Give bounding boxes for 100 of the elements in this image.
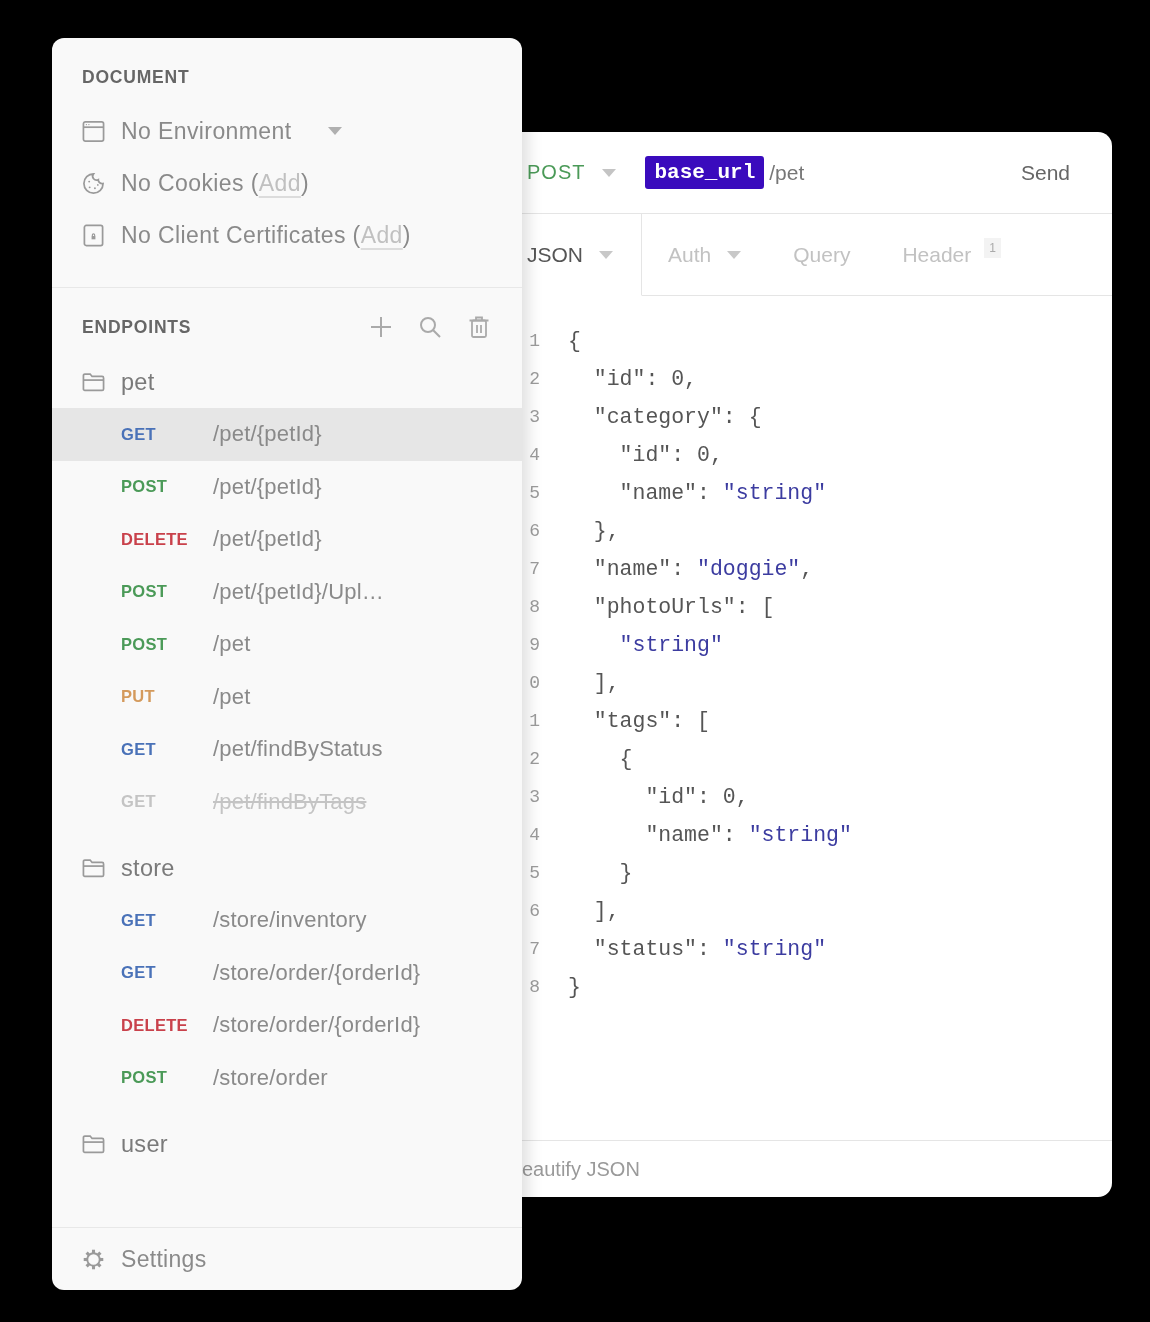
endpoint-path: /pet/{petId} (213, 421, 322, 448)
endpoint-item[interactable]: POST /store/order (52, 1051, 522, 1104)
code-line: "status": "string" (592, 937, 827, 961)
document-item-label: No Client Certificates (Add) (121, 221, 411, 249)
method-label: GET (121, 963, 157, 983)
line-number: 8 (528, 597, 540, 617)
method-label: GET (121, 739, 157, 759)
endpoint-path: /pet/{petId} (213, 526, 322, 553)
method-label: POST (121, 477, 169, 497)
code-line: "name": "doggie", (592, 557, 814, 581)
method-label: POST (121, 582, 169, 602)
folder-item[interactable]: pet (52, 356, 522, 408)
code-line: "name": "string" (618, 481, 827, 505)
code-line: }, (592, 519, 620, 543)
endpoint-path: /pet/{petId} (213, 473, 322, 500)
method-label: POST (121, 1068, 169, 1088)
endpoint-item[interactable]: POST /pet/{petId}/Upl… (52, 565, 522, 618)
endpoint-path: /store/order/{orderId} (213, 1012, 421, 1039)
send-button[interactable]: Send (1020, 160, 1070, 185)
line-number: 3 (528, 787, 540, 807)
endpoint-path: /store/inventory (213, 907, 367, 934)
trash-icon[interactable] (468, 316, 490, 338)
code-line: "id": 0, (618, 443, 723, 467)
line-number: 7 (528, 559, 540, 579)
code-line: } (618, 861, 633, 885)
endpoint-item[interactable]: POST /pet/{petId} (52, 460, 522, 513)
line-number: 4 (528, 445, 540, 465)
caret-icon (602, 168, 617, 177)
code-line: "tags": [ (592, 709, 710, 733)
tab[interactable]: JSON (522, 214, 642, 296)
endpoint-path: /pet/findByStatus (213, 736, 383, 763)
endpoint-item[interactable]: DELETE /pet/{petId} (52, 513, 522, 566)
search-icon[interactable] (419, 316, 441, 338)
code-line: "string" (618, 633, 723, 657)
line-number: 5 (528, 483, 540, 503)
settings-button[interactable]: Settings (82, 1245, 207, 1273)
endpoint-item[interactable]: GET /store/inventory (52, 894, 522, 947)
line-number: 1 (528, 711, 540, 731)
cookie-icon (82, 171, 105, 195)
endpoint-item[interactable]: POST /pet (52, 618, 522, 671)
method-label: PUT (121, 687, 156, 707)
section-title: DOCUMENT (82, 67, 191, 87)
beautify-button[interactable]: eautify JSON (522, 1157, 640, 1181)
code-line: "photoUrls": [ (592, 595, 775, 619)
code-line: "name": "string" (644, 823, 852, 847)
line-number: 6 (528, 521, 540, 541)
window-icon (82, 119, 105, 143)
line-number: 9 (528, 635, 540, 655)
line-number: 6 (528, 901, 540, 921)
endpoint-path: /store/order (213, 1064, 328, 1091)
folder-item[interactable]: store (52, 842, 522, 894)
endpoint-path: /store/order/{orderId} (213, 959, 421, 986)
line-number: 2 (528, 749, 540, 769)
endpoint-path: /pet (213, 683, 251, 710)
tab[interactable]: Query (767, 214, 877, 296)
tab[interactable]: Header 1 (876, 214, 1027, 296)
code-line: { (568, 329, 581, 353)
endpoint-item[interactable]: PUT /pet (52, 670, 522, 723)
method-label: DELETE (121, 1015, 189, 1035)
method-label: POST (121, 634, 169, 654)
plus-icon[interactable] (370, 316, 392, 338)
code-line: "category": { (592, 405, 762, 429)
gear-icon (82, 1247, 105, 1271)
endpoint-item[interactable]: DELETE /store/order/{orderId} (52, 999, 522, 1052)
endpoint-item[interactable]: GET /pet/{petId} (52, 408, 522, 461)
document-item-label: No Cookies (Add) (121, 169, 309, 197)
code-line: "id": 0, (644, 785, 749, 809)
section-title: ENDPOINTS (82, 317, 193, 337)
endpoint-path: /pet (213, 631, 251, 658)
endpoint-item[interactable]: GET /pet/findByStatus (52, 723, 522, 776)
environment-dropdown[interactable]: No Environment (121, 117, 342, 145)
line-number: 5 (528, 863, 540, 883)
url-field[interactable]: base_url /pet (645, 156, 1021, 189)
folder-icon (82, 858, 105, 878)
method-dropdown[interactable]: POST (527, 161, 617, 184)
line-number: 8 (528, 977, 540, 997)
method-label: GET (121, 910, 157, 930)
folder-icon (82, 1134, 105, 1154)
line-number: 7 (528, 939, 540, 959)
method-label: DELETE (121, 529, 189, 549)
endpoint-path: /pet/{petId}/Upl… (213, 578, 384, 605)
line-number: 3 (528, 407, 540, 427)
code-editor[interactable]: 1 { 2 "id": 0, 3 "category": { 4 "id": 0, 5 "name": "string" 6 }, 7 "name": "doggie", 8 "photoUrls": [ 9 "string" 0 ], 1 "tags": [ 2 { 3 "id": 0, 4 "name": "string" 5 } 6 ], 7 "status": "string" 8 } (522, 296, 1112, 1140)
line-number: 1 (528, 331, 540, 351)
code-line: } (568, 975, 581, 999)
certificate-icon (82, 223, 105, 247)
variable-chip: base_url (645, 156, 765, 189)
count-badge: 1 (984, 238, 1001, 258)
tab[interactable]: Auth (642, 214, 768, 296)
line-number: 0 (528, 673, 540, 693)
code-line: "id": 0, (592, 367, 698, 391)
line-number: 2 (528, 369, 540, 389)
line-number: 4 (528, 825, 540, 845)
code-line: ], (592, 899, 620, 923)
folder-icon (82, 372, 105, 392)
method-label: GET (121, 424, 157, 444)
code-line: { (618, 747, 633, 771)
code-line: ], (592, 671, 620, 695)
endpoint-item[interactable]: GET /store/order/{orderId} (52, 946, 522, 999)
folder-item[interactable]: user (52, 1118, 522, 1170)
